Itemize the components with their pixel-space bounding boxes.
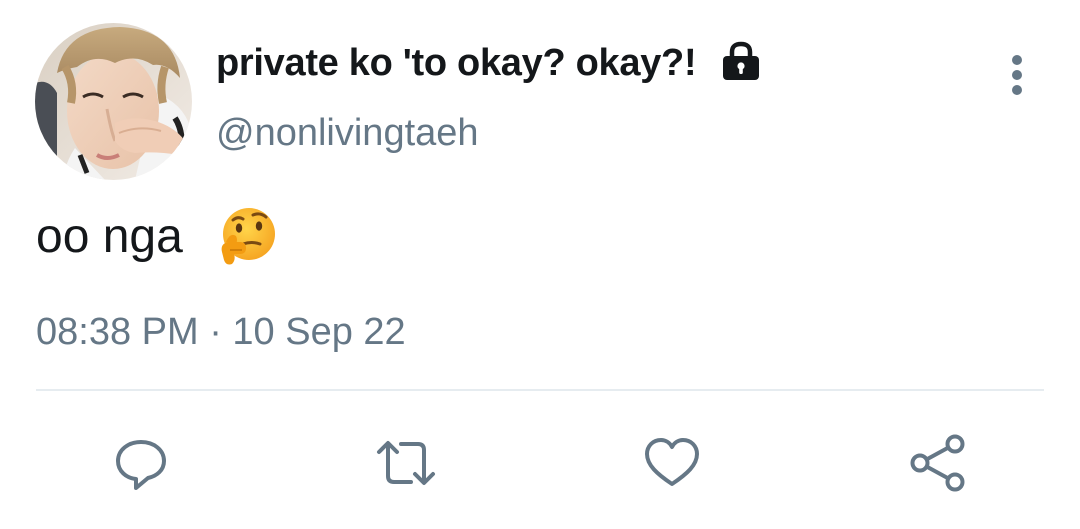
retweet-icon [377,441,435,485]
share-icon [910,434,965,492]
thinking-face-icon [221,208,275,265]
avatar[interactable] [35,23,192,180]
avatar-image [35,23,192,180]
tweet-card: private ko 'to okay? okay?! @nonlivingta… [0,0,1080,529]
share-button[interactable] [907,432,969,494]
lock-icon [723,41,759,80]
divider [36,389,1044,391]
display-name[interactable]: private ko 'to okay? okay?! [216,42,697,85]
more-options-icon[interactable] [998,52,1036,100]
retweet-button[interactable] [375,432,437,494]
reply-button[interactable] [110,432,172,494]
tweet-text: oo nga [36,210,183,263]
reply-icon [116,440,166,490]
timestamp[interactable]: 08:38 PM · 10 Sep 22 [36,311,406,354]
heart-icon [645,438,699,486]
username-handle[interactable]: @nonlivingtaeh [216,112,479,155]
like-button[interactable] [641,432,703,494]
